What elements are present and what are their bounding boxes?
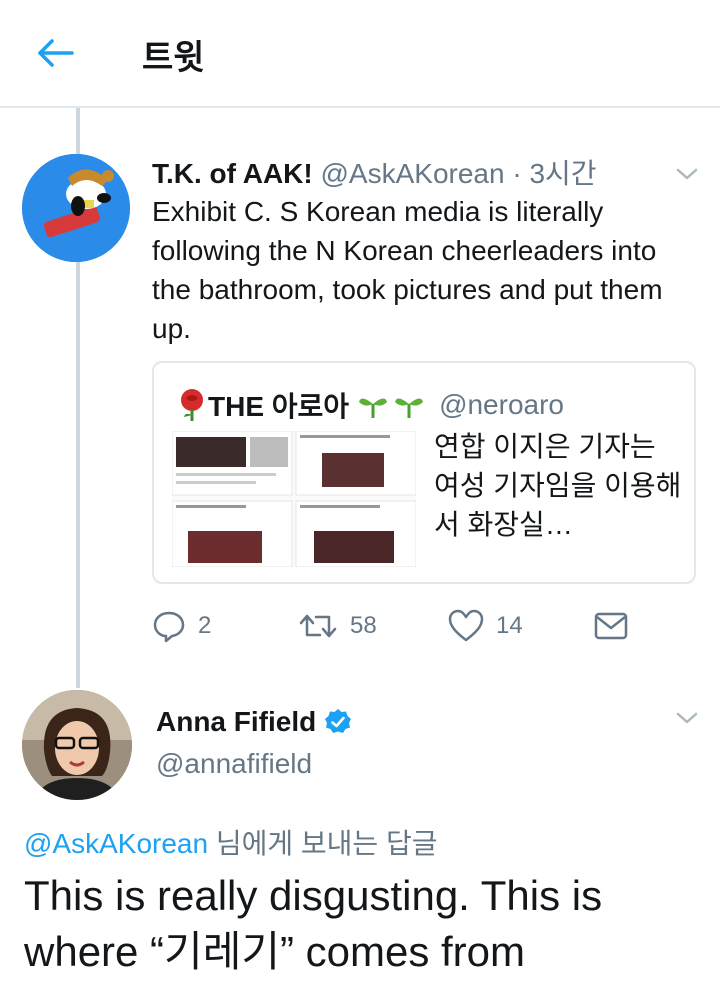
seedling-icon <box>359 398 424 418</box>
reply-button[interactable]: 2 <box>152 604 211 648</box>
news-collage-image <box>171 430 417 568</box>
author-handle[interactable]: @annafifield <box>156 748 312 780</box>
author-handle[interactable]: @AskAKorean <box>321 158 505 189</box>
quoted-author-name: THE 아로아 <box>208 391 350 422</box>
quoted-media-thumbnail[interactable] <box>171 430 417 568</box>
direct-message-button[interactable] <box>594 604 628 648</box>
avatar[interactable] <box>22 690 132 800</box>
retweet-icon <box>299 614 337 638</box>
rose-icon <box>181 389 203 421</box>
envelope-icon <box>594 612 628 640</box>
reply-context: @AskAKorean 님에게 보내는 답글 <box>24 822 438 862</box>
quoted-tweet-header: THE 아로아 @neroaro <box>176 385 564 425</box>
tweet-text: This is really disgusting. This is where… <box>24 872 603 975</box>
like-count: 14 <box>496 612 523 639</box>
tweet-header: T.K. of AAK! @AskAKorean · 3시간 <box>152 152 597 192</box>
reply-icon <box>153 611 185 643</box>
reply-mention-link[interactable]: @AskAKorean <box>24 828 208 859</box>
tweet-menu-button[interactable] <box>672 708 702 728</box>
quoted-tweet-text: 연합 이지은 기자는 여성 기자임을 이용해서 화장실… <box>434 431 682 540</box>
chevron-down-icon <box>676 712 698 724</box>
snoopy-avatar-icon <box>22 154 130 262</box>
back-arrow-icon <box>38 39 74 67</box>
timestamp: · 3시간 <box>512 158 597 189</box>
back-button[interactable] <box>34 32 78 76</box>
verified-badge-icon <box>325 709 352 733</box>
tweet-text: Exhibit C. S Korean media is literally f… <box>152 196 663 344</box>
author-name[interactable]: Anna Fifield <box>156 706 316 738</box>
quoted-tweet[interactable]: THE 아로아 @neroaro 연합 이지은 기자는 여성 기자임을 이용해서… <box>152 361 696 584</box>
author-name[interactable]: T.K. of AAK! <box>152 158 313 189</box>
tweet-menu-button[interactable] <box>672 164 702 184</box>
tweet-actions: 2 58 14 <box>152 604 700 648</box>
reply-count: 2 <box>198 612 212 639</box>
profile-photo-icon <box>22 690 132 800</box>
quoted-author-handle: @neroaro <box>439 389 564 420</box>
retweet-button[interactable]: 58 <box>298 604 377 648</box>
like-button[interactable]: 14 <box>448 604 523 648</box>
avatar[interactable] <box>22 154 130 262</box>
reply-context-label: 님에게 보내는 답글 <box>208 828 438 859</box>
top-bar: 트윗 <box>0 0 720 108</box>
page-title: 트윗 <box>142 39 205 77</box>
heart-icon <box>448 609 484 642</box>
chevron-down-icon <box>676 168 698 180</box>
retweet-count: 58 <box>350 612 377 639</box>
author-name-row: Anna Fifield <box>156 706 352 738</box>
